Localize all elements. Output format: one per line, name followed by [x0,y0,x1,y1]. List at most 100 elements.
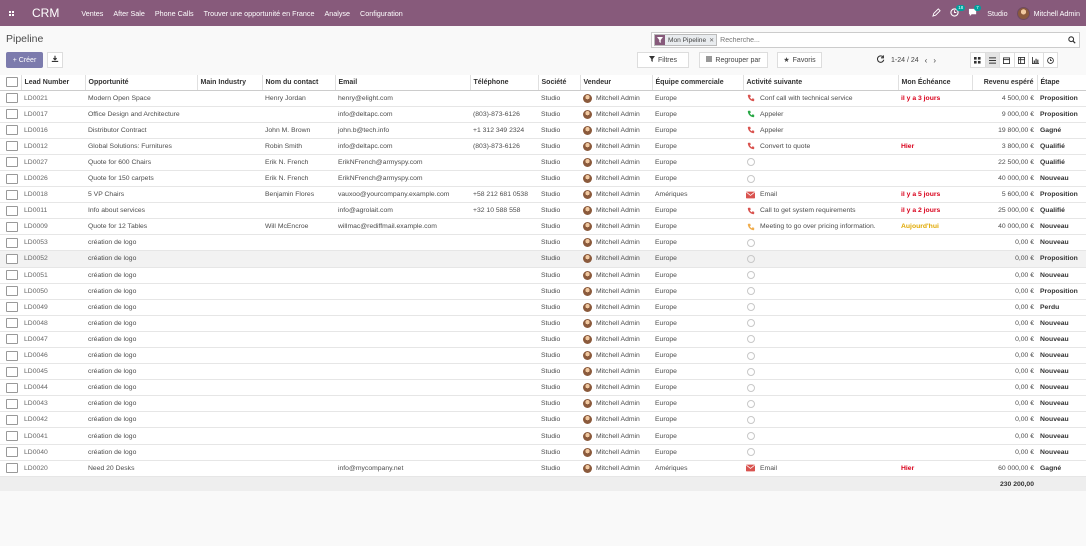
messages-icon[interactable]: 7 [968,4,981,19]
row-checkbox[interactable] [6,93,18,104]
row-select-cell[interactable] [0,267,21,284]
clock-icon[interactable] [746,303,755,312]
menu-configuration[interactable]: Configuration [360,9,403,18]
col-activite[interactable]: Activité suivante [743,75,899,91]
row-checkbox[interactable] [6,253,18,264]
row-checkbox[interactable] [6,237,18,248]
pager-previous-icon[interactable]: ‹ [925,56,928,65]
row-checkbox[interactable] [6,125,18,136]
row-select-cell[interactable] [0,218,21,236]
pager-value[interactable]: 1-24 / 24 [891,57,919,64]
select-all-checkbox[interactable] [6,77,18,88]
page-title[interactable]: Pipeline [6,33,43,45]
row-checkbox[interactable] [6,318,18,329]
table-row[interactable]: LD0027 Quote for 600 Chairs Erik N. French… [0,154,1086,171]
calendar-view-icon[interactable] [999,52,1015,68]
row-checkbox[interactable] [6,398,18,409]
table-row[interactable]: LD0016 Distributor Contract John M. Brown j… [0,122,1086,139]
row-select-cell[interactable] [0,122,21,139]
col-contact[interactable]: Nom du contact [262,75,336,91]
clock-icon[interactable] [746,158,755,167]
table-row[interactable]: LD0051 création de logo Studio Mitchell Adm… [0,267,1086,284]
table-row[interactable]: LD0042 création de logo Studio Mitchell Adm… [0,411,1086,429]
col-etape[interactable]: Étape [1037,75,1086,91]
row-select-cell[interactable] [0,170,21,188]
menu-trouver-opportunite[interactable]: Trouver une opportunité en France [204,9,315,18]
select-all-cell[interactable] [0,75,22,91]
table-row[interactable]: LD0017 Office Design and Architecture info… [0,106,1086,123]
col-equipe[interactable]: Équipe commerciale [652,75,744,91]
table-row[interactable]: LD0044 création de logo Studio Mitchell Adm… [0,379,1086,397]
row-checkbox[interactable] [6,173,18,184]
email-icon[interactable] [746,190,755,199]
user-menu[interactable]: Mitchell Admin [1016,6,1080,20]
refresh-icon[interactable] [877,55,885,65]
row-select-cell[interactable] [0,395,21,413]
clock-icon[interactable] [746,351,755,360]
kanban-view-icon[interactable] [970,52,986,68]
table-row[interactable]: LD0020 Need 20 Desks info@mycompany.net Stu… [0,460,1086,477]
col-revenu[interactable]: Revenu espéré [972,75,1038,91]
table-row[interactable]: LD0040 création de logo Studio Mitchell Adm… [0,444,1086,461]
table-row[interactable]: LD0050 création de logo Studio Mitchell Adm… [0,283,1086,300]
clock-icon[interactable] [746,367,755,376]
row-select-cell[interactable] [0,234,21,252]
create-button[interactable]: + Créer [6,52,43,68]
table-row[interactable]: LD0053 création de logo Studio Mitchell Adm… [0,234,1086,252]
row-checkbox[interactable] [6,157,18,168]
table-row[interactable]: LD0049 création de logo Studio Mitchell Adm… [0,299,1086,316]
groupby-button[interactable]: Regrouper par [699,52,768,68]
row-select-cell[interactable] [0,347,21,365]
phone-icon[interactable] [746,142,755,151]
menu-phone-calls[interactable]: Phone Calls [155,9,194,18]
pivot-view-icon[interactable] [1013,52,1029,68]
table-row[interactable]: LD0012 Global Solutions: Furnitures Robin … [0,138,1086,155]
row-checkbox[interactable] [6,205,18,216]
list-view-icon[interactable] [984,52,1000,68]
row-select-cell[interactable] [0,379,21,397]
table-row[interactable]: LD0046 création de logo Studio Mitchell Adm… [0,347,1086,365]
row-select-cell[interactable] [0,250,21,268]
email-icon[interactable] [746,464,755,473]
clock-icon[interactable] [746,287,755,296]
phone-icon[interactable] [746,222,755,231]
facet-remove-icon[interactable]: ✕ [709,37,716,44]
export-button[interactable] [47,52,63,68]
edit-icon[interactable] [932,7,942,19]
phone-icon[interactable] [746,126,755,135]
table-row[interactable]: LD0021 Modern Open Space Henry Jordan henry… [0,90,1086,107]
clock-icon[interactable] [746,383,755,392]
row-checkbox[interactable] [6,270,18,281]
studio-link[interactable]: Studio [987,9,1007,18]
clock-icon[interactable] [746,254,755,263]
row-checkbox[interactable] [6,447,18,458]
clock-icon[interactable] [746,174,755,183]
graph-view-icon[interactable] [1028,52,1044,68]
clock-icon[interactable] [746,448,755,457]
clock-icon[interactable] [746,319,755,328]
row-select-cell[interactable] [0,299,21,316]
table-row[interactable]: LD0009 Quote for 12 Tables Will McEncroe wi… [0,218,1086,236]
table-row[interactable]: LD0052 création de logo Studio Mitchell Adm… [0,250,1086,268]
row-checkbox[interactable] [6,141,18,152]
row-select-cell[interactable] [0,460,21,477]
clock-icon[interactable] [746,271,755,280]
table-row[interactable]: LD0045 création de logo Studio Mitchell Adm… [0,363,1086,381]
row-checkbox[interactable] [6,189,18,200]
row-checkbox[interactable] [6,350,18,361]
col-societe[interactable]: Société [538,75,581,91]
row-select-cell[interactable] [0,106,21,123]
menu-ventes[interactable]: Ventes [81,9,103,18]
menu-analyse[interactable]: Analyse [324,9,350,18]
table-row[interactable]: LD0043 création de logo Studio Mitchell Adm… [0,395,1086,413]
table-row[interactable]: LD0011 Info about services info@agrolait.c… [0,202,1086,220]
row-select-cell[interactable] [0,331,21,349]
table-row[interactable]: LD0048 création de logo Studio Mitchell Adm… [0,315,1086,332]
activity-view-icon[interactable] [1042,52,1058,68]
col-echeance[interactable]: Mon Échéance [898,75,973,91]
pager-next-icon[interactable]: › [933,56,936,65]
row-checkbox[interactable] [6,302,18,313]
row-select-cell[interactable] [0,411,21,429]
table-row[interactable]: LD0041 création de logo Studio Mitchell Adm… [0,427,1086,445]
favorites-button[interactable]: ★ Favoris [777,52,822,68]
